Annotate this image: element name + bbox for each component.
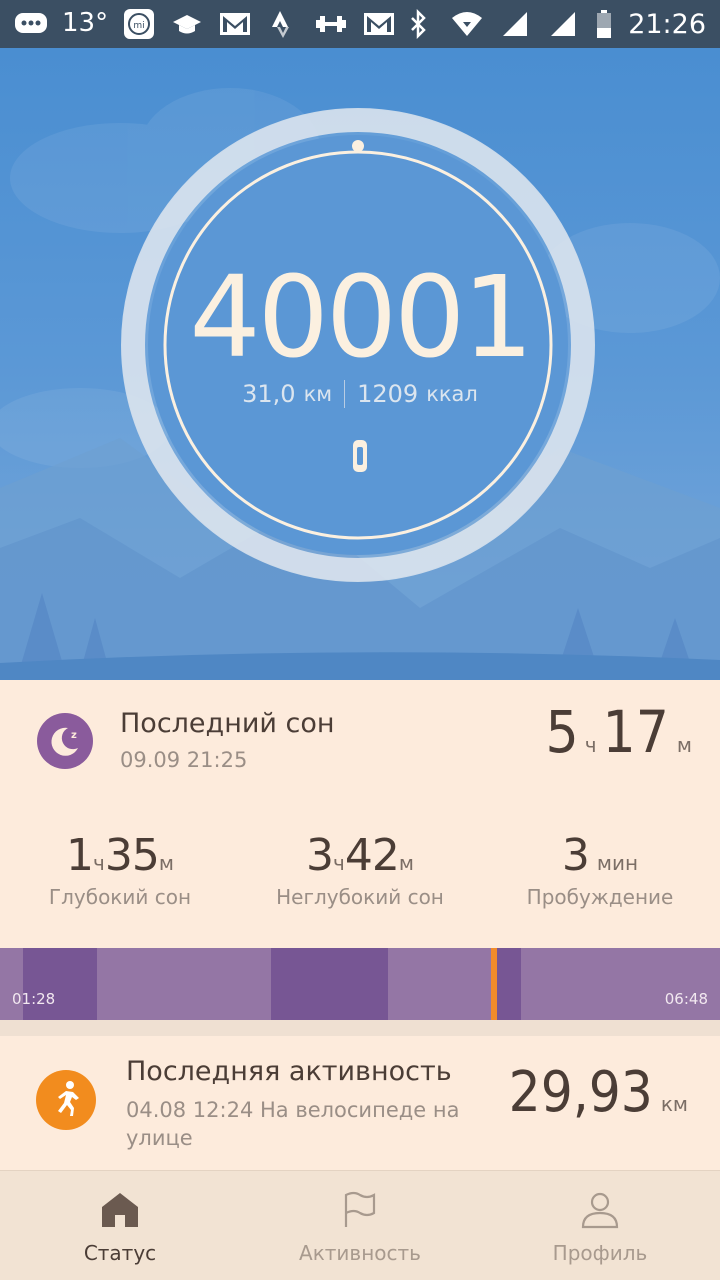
temperature: 13° bbox=[62, 8, 109, 38]
light-hours-unit: ч bbox=[333, 851, 345, 875]
timeline-start: 01:28 bbox=[12, 990, 56, 1008]
ring-progress-dot bbox=[352, 140, 364, 152]
sleep-minutes-unit: м bbox=[676, 733, 692, 757]
calories-value: 1209 bbox=[357, 380, 419, 408]
sleep-hours: 5 bbox=[545, 698, 579, 766]
activity-distance-unit: км bbox=[660, 1092, 688, 1116]
awake-minutes-unit: мин bbox=[596, 851, 639, 875]
tab-profile-label: Профиль bbox=[552, 1241, 648, 1265]
awake-minutes: 3 bbox=[561, 830, 590, 881]
light-minutes: 42 bbox=[344, 830, 400, 881]
activity-detail-line: улице bbox=[126, 1126, 193, 1150]
dumbbell-icon bbox=[314, 9, 348, 39]
signal-icon bbox=[546, 9, 580, 39]
running-icon bbox=[36, 1070, 96, 1130]
clock: 21:26 bbox=[628, 8, 706, 40]
sleep-title: Последний сон bbox=[120, 708, 335, 739]
flag-icon bbox=[344, 1191, 376, 1227]
timeline-end: 06:48 bbox=[664, 990, 708, 1008]
tab-activity-label: Активность bbox=[299, 1241, 421, 1265]
divider bbox=[0, 1020, 720, 1036]
deep-sleep-segment bbox=[23, 948, 97, 1020]
activity-title: Последняя активность bbox=[126, 1056, 452, 1087]
deep-hours-unit: ч bbox=[93, 851, 105, 875]
sleep-hours-unit: ч bbox=[584, 733, 597, 757]
deep-hours: 1 bbox=[66, 830, 94, 881]
distance-unit: км bbox=[303, 382, 333, 406]
mi-icon: mi bbox=[122, 9, 156, 39]
calories-unit: ккал bbox=[426, 382, 478, 406]
sleep-date: 09.09 21:25 bbox=[120, 748, 248, 772]
svg-text:z: z bbox=[71, 730, 77, 741]
step-count: 40001 bbox=[189, 253, 533, 383]
activity-detail-line: 04.08 12:24 На велосипеде на bbox=[126, 1098, 460, 1122]
wifi-icon bbox=[450, 9, 484, 39]
home-icon bbox=[102, 1193, 138, 1227]
strava-icon bbox=[266, 9, 300, 39]
sleep-moon-icon: z bbox=[37, 713, 93, 769]
deep-sleep-segment bbox=[497, 948, 521, 1020]
distance-value: 31,0 bbox=[242, 380, 296, 408]
battery-icon bbox=[594, 9, 614, 39]
deep-minutes-unit: м bbox=[158, 851, 174, 875]
gmail-icon bbox=[218, 9, 252, 39]
sleep-timeline[interactable]: 01:28 06:48 bbox=[0, 948, 720, 1020]
light-sleep-label: Неглубокий сон bbox=[276, 885, 444, 909]
awake-segment bbox=[491, 948, 497, 1020]
tab-status[interactable]: Статус bbox=[0, 1171, 240, 1280]
sleep-card[interactable]: z Последний сон 09.09 21:25 5 ч 17 м 1ч3… bbox=[0, 680, 720, 948]
bottom-navigation: Статус Активность Профиль bbox=[0, 1170, 720, 1280]
awake-metric: 3 мин Пробуждение bbox=[480, 830, 720, 909]
tab-activity[interactable]: Активность bbox=[240, 1171, 480, 1280]
graduation-cap-icon bbox=[170, 9, 204, 39]
signal-icon bbox=[498, 9, 532, 39]
activity-distance-value: 29,93 bbox=[508, 1060, 653, 1125]
activity-detail: 04.08 12:24 На велосипеде на улице bbox=[126, 1096, 459, 1152]
tab-status-label: Статус bbox=[83, 1241, 157, 1265]
svg-text:mi: mi bbox=[133, 21, 144, 31]
sleep-total: 5 ч 17 м bbox=[545, 698, 692, 766]
divider bbox=[344, 380, 346, 408]
awake-label: Пробуждение bbox=[526, 885, 674, 909]
profile-icon bbox=[581, 1192, 619, 1229]
tab-profile[interactable]: Профиль bbox=[480, 1171, 720, 1280]
bluetooth-icon bbox=[402, 9, 436, 39]
light-hours: 3 bbox=[306, 830, 334, 881]
light-sleep-metric: 3ч42м Неглубокий сон bbox=[240, 830, 480, 909]
step-substats: 31,0 км 1209 ккал bbox=[0, 380, 720, 408]
deep-sleep-metric: 1ч35м Глубокий сон bbox=[0, 830, 240, 909]
deep-sleep-label: Глубокий сон bbox=[48, 885, 192, 909]
steps-hero: 40001 31,0 км 1209 ккал bbox=[0, 48, 720, 680]
deep-sleep-segment bbox=[271, 948, 388, 1020]
band-icon[interactable] bbox=[350, 438, 370, 474]
activity-card[interactable]: Последняя активность 04.08 12:24 На вело… bbox=[0, 1036, 720, 1170]
gmail-icon bbox=[362, 9, 396, 39]
light-minutes-unit: м bbox=[398, 851, 414, 875]
sleep-minutes: 17 bbox=[602, 698, 669, 766]
activity-distance: 29,93 км bbox=[509, 1060, 688, 1125]
deep-minutes: 35 bbox=[104, 830, 160, 881]
chat-bubble-icon bbox=[14, 9, 48, 39]
status-bar: 13° mi 21:26 bbox=[0, 0, 720, 48]
